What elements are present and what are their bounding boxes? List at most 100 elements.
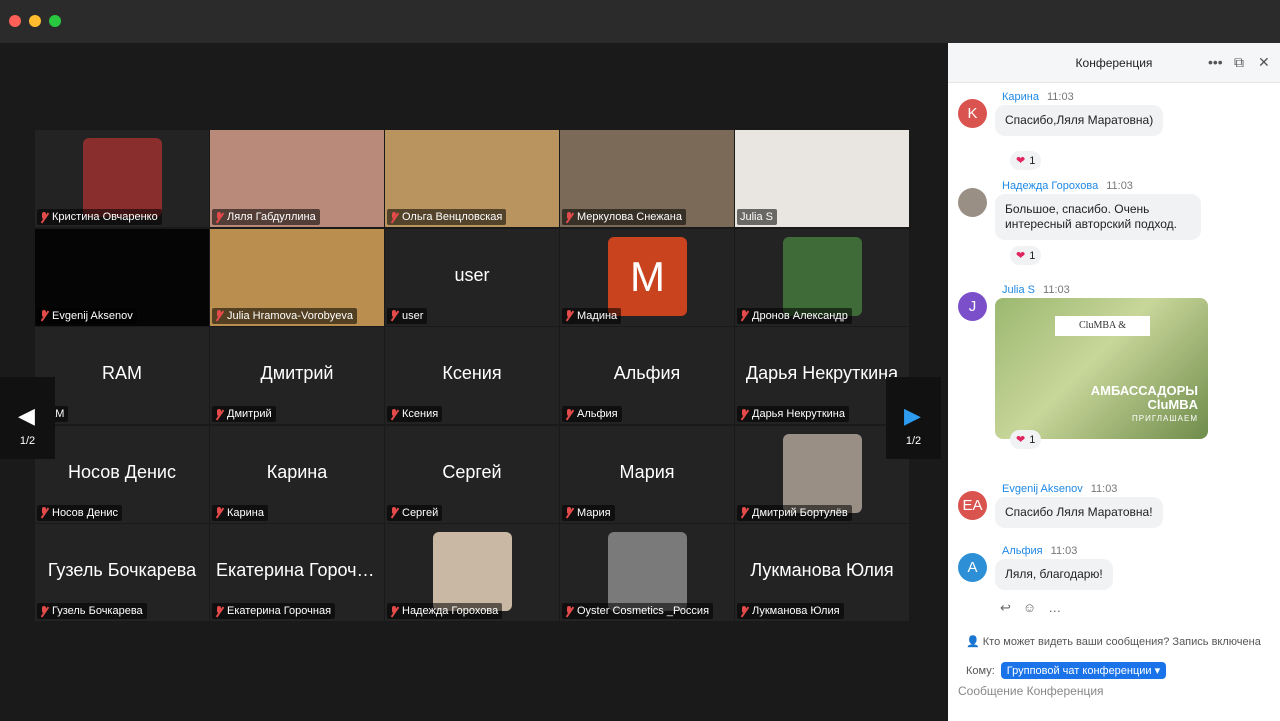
participant-tile[interactable]: Сергей Сергей [385, 425, 559, 523]
participant-tile[interactable]: Дарья Некруткина Дарья Некруткина [735, 327, 909, 424]
participant-tile[interactable]: Мария Мария [560, 425, 734, 523]
participant-display-name: Альфия [613, 363, 681, 383]
participant-display-name: Екатерина Горочная [216, 560, 384, 580]
avatar[interactable]: J [958, 292, 987, 321]
participant-tile[interactable]: RAMRAM [35, 327, 209, 424]
popout-icon[interactable]: ⧉ [1234, 54, 1244, 71]
participant-name: Альфия [577, 408, 618, 420]
recipient-dropdown[interactable]: Групповой чат конференции ▾ [1000, 662, 1167, 679]
participant-label: Сергей [387, 504, 443, 521]
muted-mic-icon [565, 408, 574, 420]
participant-tile[interactable]: Карина Карина [210, 425, 384, 523]
maximize-window-button[interactable] [49, 15, 61, 27]
avatar[interactable]: K [958, 99, 987, 128]
muted-mic-icon [565, 507, 574, 518]
reaction-chip[interactable]: ❤ 1 [1010, 151, 1042, 170]
participant-tile[interactable]: Носов Денис Носов Денис [35, 425, 209, 523]
participant-name: Екатерина Горочная [227, 605, 332, 617]
muted-mic-icon [565, 310, 574, 321]
participant-tile[interactable]: Julia Hramova-Vorobyeva [210, 228, 384, 326]
message-bubble[interactable]: Спасибо Ляля Маратовна! [995, 497, 1163, 528]
sender-name[interactable]: Карина [1002, 91, 1039, 103]
participant-display-name: Карина [266, 461, 328, 482]
participant-tile[interactable]: M Мадина [560, 228, 734, 326]
privacy-note[interactable]: 👤 Кто может видеть ваши сообщения? Запис… [966, 635, 1261, 648]
next-page-button[interactable]: ▶ 1/2 [886, 377, 941, 459]
participant-tile[interactable]: Альфия Альфия [560, 327, 734, 424]
sender-name[interactable]: Альфия [1002, 545, 1043, 557]
participant-display-name: Носов Денис [68, 461, 176, 482]
participant-video [783, 236, 862, 316]
participant-tile[interactable]: Julia S [735, 130, 909, 227]
participant-tile[interactable]: Oyster Cosmetics _Россия [560, 524, 734, 621]
participant-name: Сергей [402, 506, 439, 519]
participant-label: Julia Hramova-Vorobyeva [212, 307, 357, 324]
reaction-count: 1 [1029, 250, 1036, 262]
participant-tile[interactable]: user user [385, 228, 559, 326]
heart-icon: ❤ [1016, 155, 1026, 167]
sender-name[interactable]: Надежда Горохова [1002, 180, 1098, 192]
participant-name: Oyster Cosmetics _Россия [577, 605, 710, 617]
participant-label: Дмитрий Бортулёв [737, 504, 852, 521]
participant-display-name: Гузель Бочкарева [47, 560, 197, 580]
image-attachment[interactable]: CluMBA & АМБАССАДОРЫ CluMBA ПРИГЛАШАЕМ [995, 298, 1208, 439]
muted-mic-icon [390, 211, 399, 223]
participant-tile[interactable]: Надежда Горохова [385, 524, 559, 621]
participant-name: Меркулова Снежана [577, 211, 682, 223]
person-icon: 👤 [966, 636, 980, 648]
avatar[interactable]: A [958, 553, 987, 582]
message-time: 11:03 [1106, 180, 1133, 192]
muted-mic-icon [390, 408, 399, 420]
participant-tile[interactable]: Ольга Венцловская [385, 130, 559, 227]
participant-label: Надежда Горохова [387, 603, 503, 619]
message-bubble[interactable]: Спасибо,Ляля Маратовна) [995, 105, 1164, 136]
message-bubble[interactable]: Ляля, благодарю! [995, 559, 1113, 590]
sender-name[interactable]: Julia S [1002, 284, 1035, 296]
participant-display-name: Ксения [442, 363, 502, 383]
participant-tile[interactable]: Evgenij Aksenov [35, 228, 209, 326]
participant-label: Кристина Овчаренко [37, 209, 162, 225]
reaction-chip[interactable]: ❤ 1 [1010, 246, 1042, 265]
message-meta: Надежда Горохова 11:03 [1002, 180, 1133, 192]
muted-mic-icon [40, 310, 49, 321]
participant-name: Кристина Овчаренко [52, 211, 158, 223]
participant-label: Дарья Некруткина [737, 406, 849, 422]
close-icon[interactable]: ✕ [1258, 54, 1270, 71]
reaction-count: 1 [1029, 155, 1036, 167]
participant-name: Надежда Горохова [402, 605, 499, 617]
participant-tile[interactable]: Ляля Габдуллина [210, 130, 384, 227]
muted-mic-icon [215, 310, 224, 321]
avatar[interactable]: EA [958, 491, 987, 520]
participant-tile[interactable]: Дмитрий Бортулёв [735, 425, 909, 523]
sender-name[interactable]: Evgenij Aksenov [1002, 483, 1083, 495]
close-window-button[interactable] [9, 15, 21, 27]
participant-display-name: Дмитрий [260, 363, 334, 383]
avatar[interactable] [958, 188, 987, 217]
participant-tile[interactable]: Дронов Александр [735, 228, 909, 326]
heart-icon: ❤ [1016, 434, 1026, 446]
emoji-icon[interactable]: ☺ [1023, 600, 1036, 616]
participant-name: Ксения [402, 408, 439, 420]
participant-tile[interactable]: Ксения Ксения [385, 327, 559, 424]
message-bubble[interactable]: Большое, спасибо. Очень интересный автор… [995, 194, 1201, 240]
chat-title: Конференция [1075, 56, 1153, 70]
participant-tile[interactable]: Лукманова Юлия Лукманова Юлия [735, 524, 909, 621]
more-icon[interactable]: … [1048, 600, 1061, 616]
reaction-chip[interactable]: ❤ 1 [1010, 430, 1042, 449]
minimize-window-button[interactable] [29, 15, 41, 27]
participant-label: Носов Денис [37, 504, 122, 521]
more-options-icon[interactable]: ••• [1208, 54, 1223, 70]
participant-display-name: Мария [619, 461, 675, 482]
participant-tile[interactable]: Гузель Бочкарева Гузель Бочкарева [35, 524, 209, 621]
participant-name: Julia Hramova-Vorobyeva [227, 309, 353, 322]
muted-mic-icon [740, 605, 749, 617]
participant-tile[interactable]: Кристина Овчаренко [35, 130, 209, 227]
message-input[interactable]: Сообщение Конференция [958, 684, 1104, 698]
page-indicator: 1/2 [19, 435, 36, 447]
prev-page-button[interactable]: ◀ 1/2 [0, 377, 55, 459]
participant-tile[interactable]: Меркулова Снежана [560, 130, 734, 227]
participant-label: Меркулова Снежана [562, 209, 686, 225]
participant-tile[interactable]: Екатерина Горочная Екатерина Горочная [210, 524, 384, 621]
participant-tile[interactable]: Дмитрий Дмитрий [210, 327, 384, 424]
reply-icon[interactable]: ↩ [1000, 600, 1011, 616]
